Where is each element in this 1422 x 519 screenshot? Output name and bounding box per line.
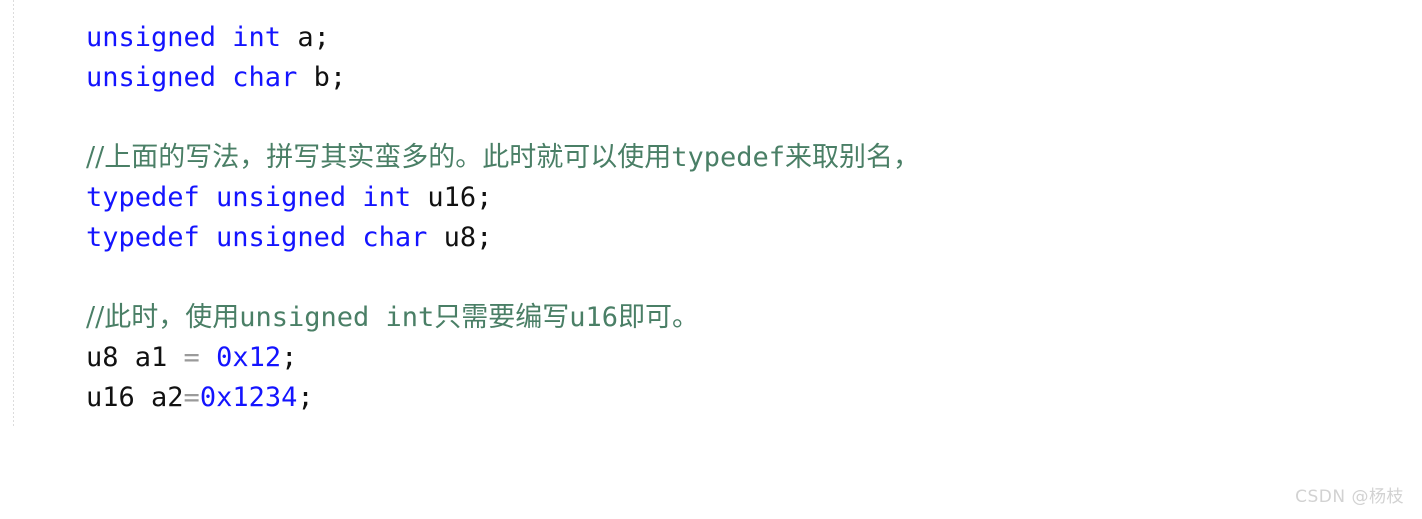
code-token-identifier: a [297, 22, 314, 53]
gutter-rule-divider [13, 0, 14, 428]
comment-segment: 来取别名， [785, 142, 920, 173]
code-token-punct: ; [313, 22, 330, 53]
comment-segment: //上面的写法，拼写其实蛮多的。此时就可以使用 [86, 142, 672, 173]
code-token-number: 0x12 [216, 342, 282, 373]
code-line: u8 a1 = 0x12; [86, 338, 1326, 378]
code-token-identifier: u16 a2 [86, 382, 184, 413]
code-token-identifier: u8 [443, 222, 477, 253]
code-token-punct: ; [476, 182, 493, 213]
code-line: unsigned int a; [86, 18, 1326, 58]
code-line: typedef unsigned int u16; [86, 178, 1326, 218]
code-token-keyword: unsigned int [86, 22, 298, 53]
code-token-identifier: u16 [427, 182, 477, 213]
code-token-keyword: typedef unsigned int [86, 182, 428, 213]
code-token-number: 0x1234 [199, 382, 298, 413]
comment-segment: u16 [569, 302, 619, 333]
code-token-punct: ; [297, 382, 314, 413]
comment-segment: typedef [671, 142, 785, 173]
comment-segment: 只需要编写 [434, 302, 570, 333]
code-comment-line: //此时，使用unsigned int只需要编写u16即可。 [86, 298, 1326, 338]
comment-segment: unsigned int [239, 302, 435, 333]
code-block[interactable]: unsigned int a; unsigned char b;//上面的写法，拼… [86, 18, 1326, 418]
comment-segment: //此时，使用 [86, 302, 240, 333]
code-token-punct: ; [329, 62, 347, 93]
code-line: u16 a2=0x1234; [86, 378, 1326, 418]
code-token-punct: ; [281, 342, 298, 373]
csdn-watermark: CSDN @杨枝 [1295, 487, 1404, 507]
code-snippet-screenshot: unsigned int a; unsigned char b;//上面的写法，拼… [0, 0, 1422, 519]
code-token-identifier: b [313, 62, 330, 93]
code-comment-line: //上面的写法，拼写其实蛮多的。此时就可以使用typedef来取别名， [86, 138, 1326, 178]
code-line: typedef unsigned char u8; [86, 218, 1326, 258]
code-line: unsigned char b; [86, 58, 1326, 98]
comment-segment: 即可。 [618, 302, 700, 333]
code-token-keyword: typedef unsigned char [86, 222, 444, 253]
code-token-identifier: u8 a1 [86, 342, 184, 373]
code-token-operator: = [183, 342, 217, 373]
code-token-keyword: unsigned char [86, 62, 314, 93]
code-token-operator: = [183, 382, 200, 413]
code-token-punct: ; [476, 222, 493, 253]
